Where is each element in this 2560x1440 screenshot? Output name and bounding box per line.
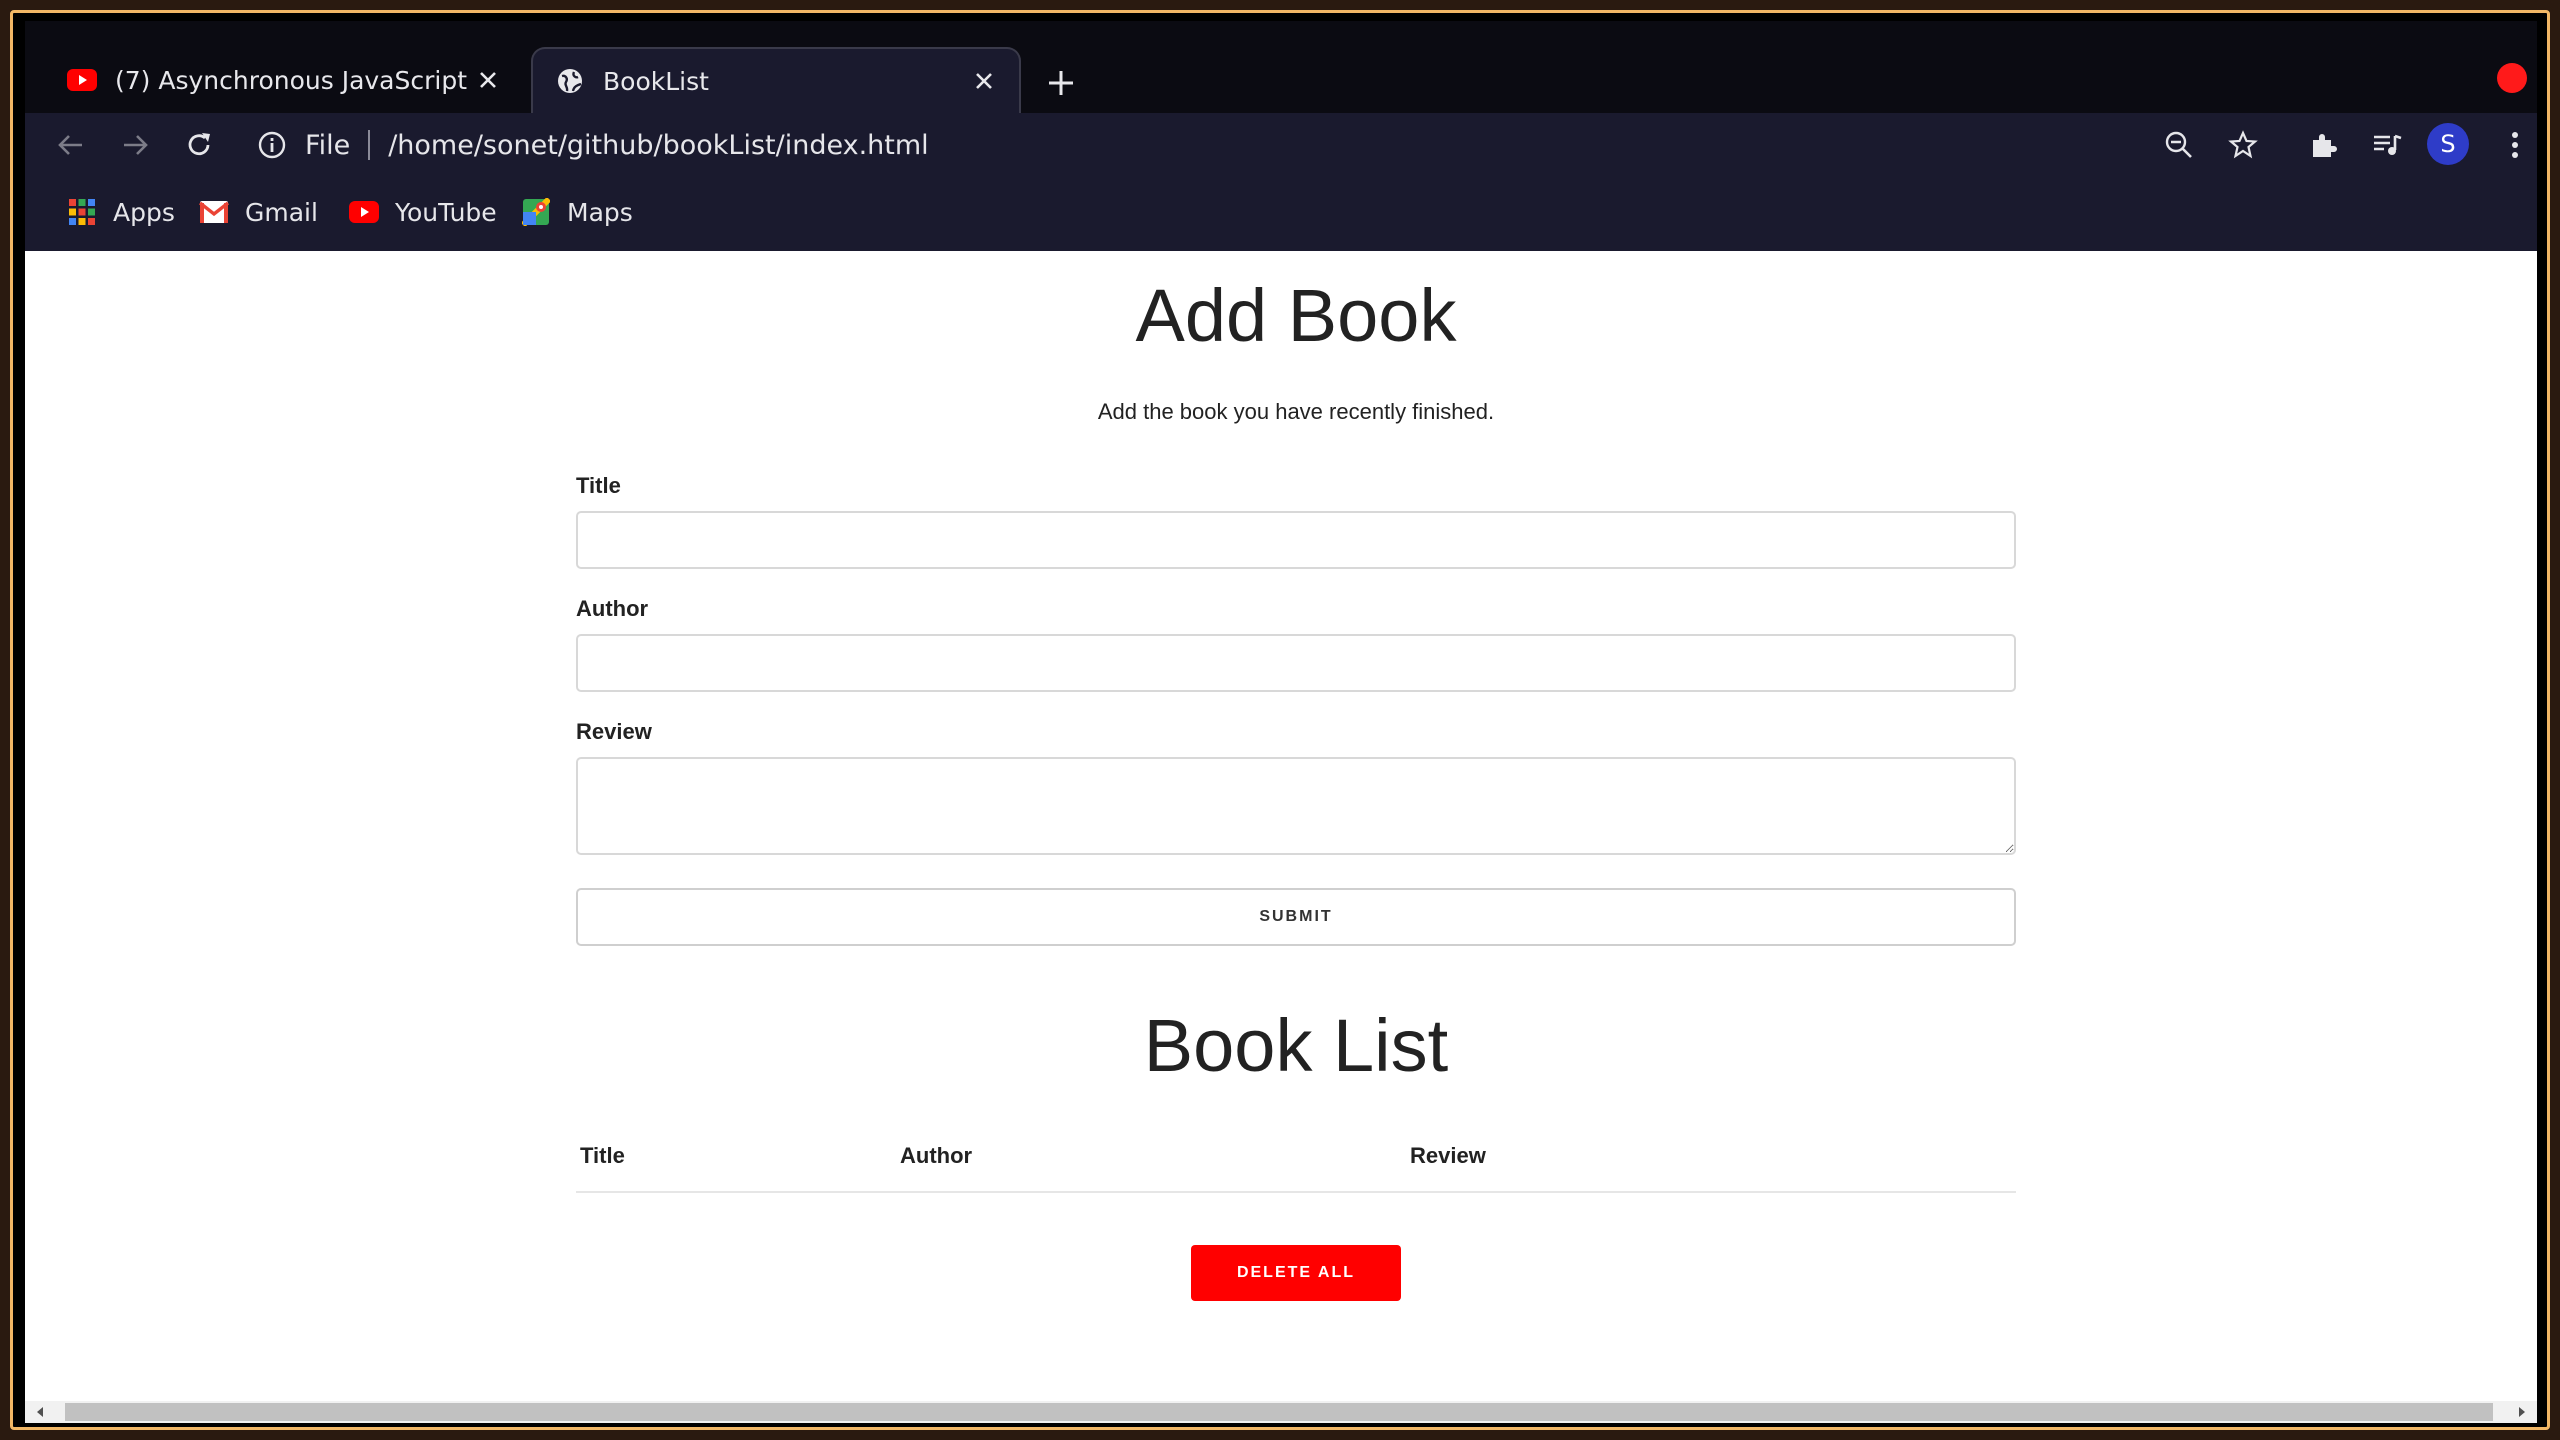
close-icon[interactable] (967, 64, 1001, 98)
scrollbar-thumb[interactable] (65, 1403, 2493, 1421)
url-scheme: File (305, 129, 351, 161)
profile-avatar[interactable]: S (2427, 123, 2469, 165)
back-button[interactable] (49, 123, 93, 167)
address-bar[interactable]: File /home/sonet/github/bookList/index.h… (255, 121, 2155, 169)
maps-icon (521, 197, 551, 227)
title-label: Title (576, 473, 621, 498)
bookmark-label: Apps (113, 197, 175, 227)
bookmark-gmail[interactable]: Gmail (199, 189, 318, 235)
window-frame: (7) Asynchronous JavaScript - BookList F… (10, 10, 2550, 1430)
tab-youtube[interactable]: (7) Asynchronous JavaScript - (45, 47, 523, 113)
apps-grid-icon (67, 197, 97, 227)
page-viewport: Add Book Add the book you have recently … (25, 251, 2537, 1401)
bookmark-apps[interactable]: Apps (67, 189, 175, 235)
close-icon[interactable] (471, 63, 505, 97)
bookmarks-bar: Apps Gmail YouTube Maps (25, 175, 2537, 251)
browser-window: (7) Asynchronous JavaScript - BookList F… (25, 21, 2537, 1423)
bookmark-label: YouTube (395, 197, 497, 227)
table-header-row: Title Author Review (576, 1131, 2016, 1193)
bookmark-label: Maps (567, 197, 633, 227)
extensions-puzzle-icon[interactable] (2301, 123, 2345, 167)
column-header-title: Title (576, 1131, 896, 1193)
zoom-icon[interactable] (2157, 123, 2201, 167)
review-textarea[interactable] (576, 757, 2016, 855)
youtube-icon (67, 65, 97, 95)
bookmark-youtube[interactable]: YouTube (349, 189, 497, 235)
bookmark-star-icon[interactable] (2221, 123, 2265, 167)
column-header-author: Author (896, 1131, 1406, 1193)
page-title: Add Book (1135, 274, 1457, 357)
page-subtitle: Add the book you have recently finished. (1097, 399, 1495, 424)
gmail-icon (199, 197, 229, 227)
info-icon[interactable] (255, 128, 289, 162)
tab-strip: (7) Asynchronous JavaScript - BookList (25, 21, 2537, 113)
horizontal-scrollbar[interactable] (25, 1401, 2537, 1423)
menu-kebab-icon[interactable] (2493, 123, 2537, 167)
column-header-actions (1916, 1131, 2016, 1193)
book-table: Title Author Review (576, 1131, 2016, 1193)
browser-toolbar: File /home/sonet/github/bookList/index.h… (25, 113, 2537, 175)
tab-title: (7) Asynchronous JavaScript - (115, 65, 471, 95)
recording-indicator-icon (2497, 63, 2527, 93)
bookmark-label: Gmail (245, 197, 318, 227)
author-label: Author (576, 596, 649, 621)
submit-button[interactable]: SUBMIT (576, 888, 2016, 946)
media-queue-icon[interactable] (2365, 123, 2409, 167)
review-label: Review (576, 719, 652, 744)
tab-booklist[interactable]: BookList (531, 47, 1021, 113)
delete-all-button[interactable]: DELETE ALL (1191, 1245, 1401, 1301)
scroll-left-arrow-icon[interactable] (25, 1401, 55, 1423)
title-input[interactable] (576, 511, 2016, 569)
globe-icon (555, 66, 585, 96)
scroll-right-arrow-icon[interactable] (2507, 1401, 2537, 1423)
url-text[interactable]: /home/sonet/github/bookList/index.html (388, 130, 928, 161)
column-header-review: Review (1406, 1131, 1916, 1193)
reload-button[interactable] (177, 123, 221, 167)
url-separator (368, 130, 371, 160)
forward-button[interactable] (113, 123, 157, 167)
author-input[interactable] (576, 634, 2016, 692)
new-tab-button[interactable] (1041, 63, 1081, 103)
bookmark-maps[interactable]: Maps (521, 189, 633, 235)
book-list-title: Book List (1143, 1004, 1449, 1087)
tab-title: BookList (603, 66, 709, 96)
youtube-icon (349, 197, 379, 227)
